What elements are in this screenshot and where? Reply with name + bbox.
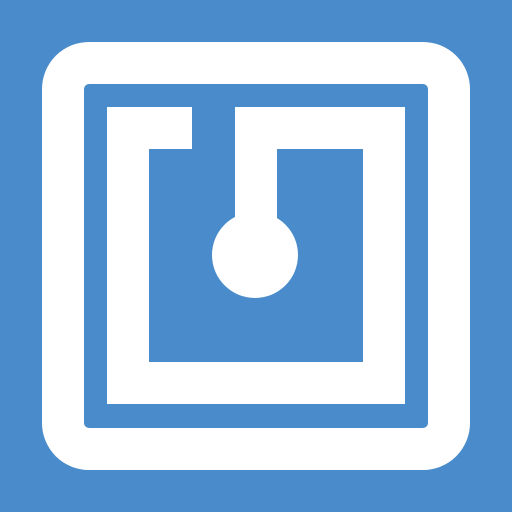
chip-dot-shape (212, 212, 298, 298)
nfc-tag-icon (42, 42, 470, 470)
nfc-tag-icon-canvas (0, 0, 512, 512)
